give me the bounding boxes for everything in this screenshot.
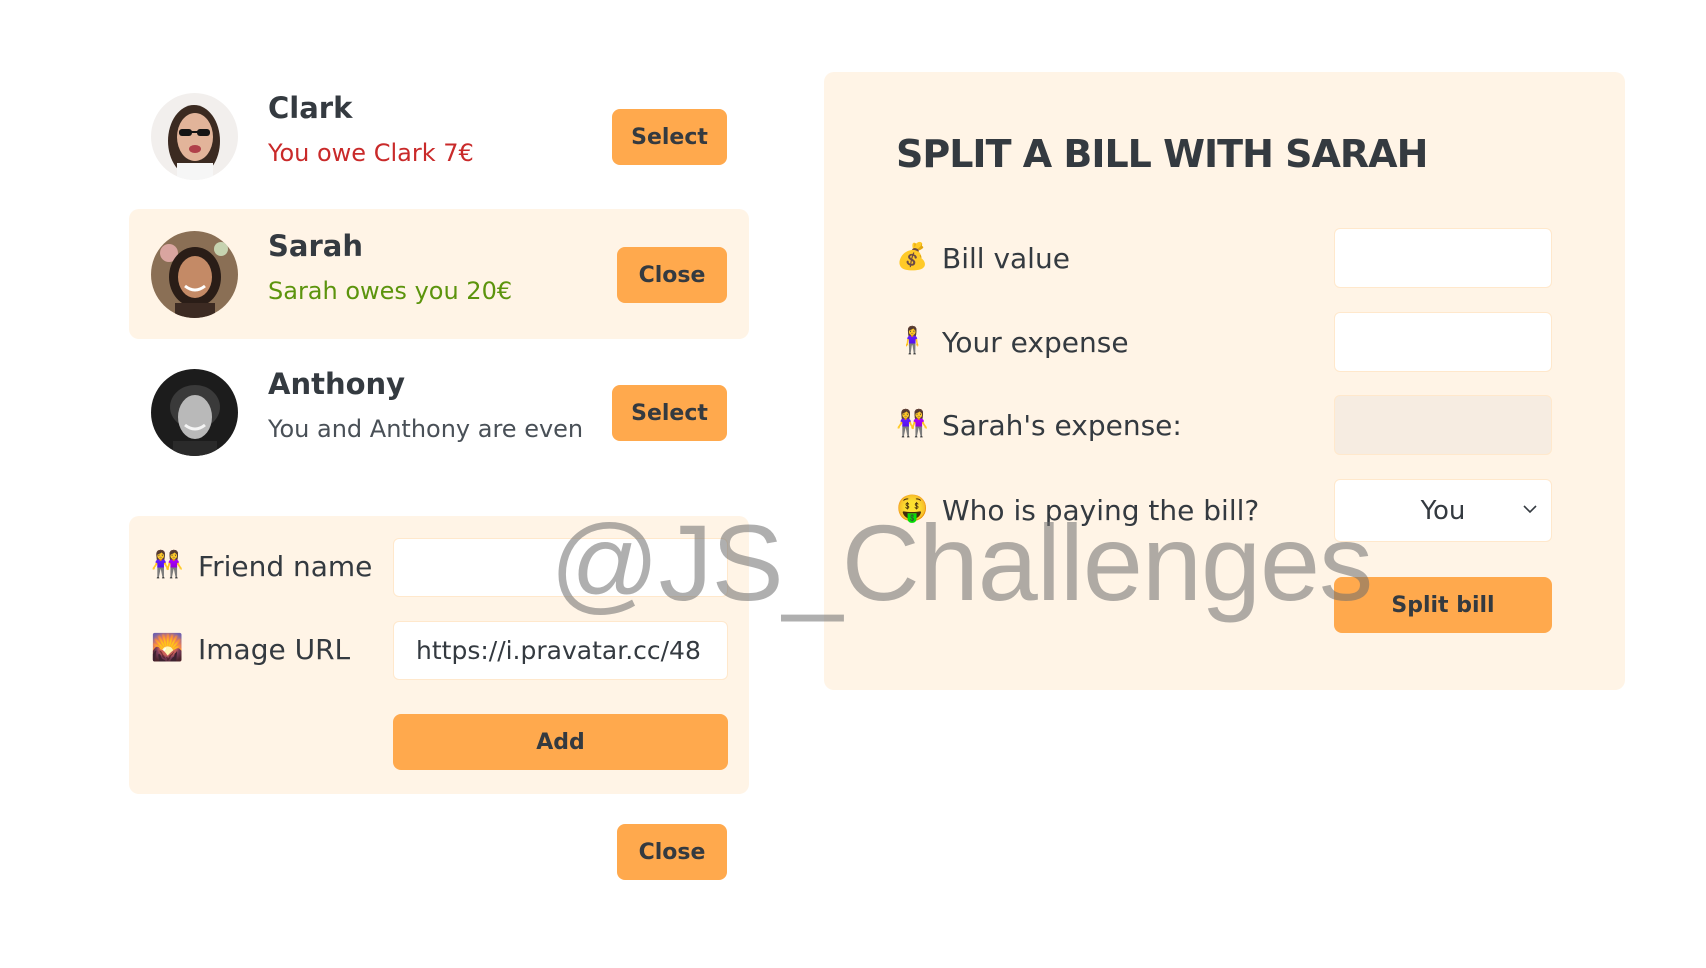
friend-name: Anthony	[268, 367, 406, 401]
bill-value-input[interactable]	[1334, 228, 1552, 288]
friend-expense-input	[1334, 395, 1552, 455]
friend-expense-label: Sarah's expense:	[942, 409, 1182, 442]
split-bill-form: SPLIT A BILL WITH SARAH 💰 Bill value 🧍‍♀…	[824, 72, 1625, 690]
friend-item-sarah: Sarah Sarah owes you 20€ Close	[129, 209, 749, 339]
friend-name: Clark	[268, 91, 353, 125]
standing-woman-icon: 🧍‍♀️	[896, 326, 929, 356]
friend-balance-status: You and Anthony are even	[268, 415, 584, 443]
select-friend-button[interactable]: Select	[612, 385, 727, 441]
who-pays-label: Who is paying the bill?	[942, 494, 1260, 527]
anthony-avatar-image	[151, 369, 238, 456]
friend-balance-status: You owe Clark 7€	[268, 139, 474, 167]
two-women-icon: 👭	[151, 550, 184, 580]
select-friend-button[interactable]: Select	[612, 109, 727, 165]
two-women-icon: 👭	[896, 409, 929, 439]
close-add-form-button[interactable]: Close	[617, 824, 727, 880]
money-bag-icon: 💰	[896, 242, 929, 272]
payer-select[interactable]: You	[1334, 479, 1552, 542]
payer-select-value: You	[1420, 495, 1466, 526]
money-mouth-face-icon: 🤑	[896, 494, 929, 524]
friend-name-label: Friend name	[198, 550, 373, 583]
friend-balance-status: Sarah owes you 20€	[268, 277, 513, 305]
add-friend-button[interactable]: Add	[393, 714, 728, 770]
add-friend-form: 👭 Friend name 🌄 Image URL Add	[129, 516, 749, 794]
sarah-avatar	[151, 231, 238, 318]
bill-value-label: Bill value	[942, 242, 1070, 275]
your-expense-label: Your expense	[942, 326, 1129, 359]
anthony-avatar	[151, 369, 238, 456]
friend-name-input[interactable]	[393, 538, 728, 597]
friend-item-anthony: Anthony You and Anthony are even Select	[129, 347, 749, 477]
split-bill-title: SPLIT A BILL WITH SARAH	[896, 132, 1428, 176]
image-url-input[interactable]	[393, 621, 728, 680]
app-root: Clark You owe Clark 7€ Select Sarah Sara…	[0, 0, 1706, 968]
friend-name: Sarah	[268, 229, 363, 263]
sarah-avatar-image	[151, 231, 238, 318]
image-url-label: Image URL	[198, 633, 351, 666]
clark-avatar	[151, 93, 238, 180]
friend-item-clark: Clark You owe Clark 7€ Select	[129, 71, 749, 201]
chevron-down-icon	[1523, 505, 1537, 514]
sunrise-image-icon: 🌄	[151, 633, 184, 663]
split-bill-button[interactable]: Split bill	[1334, 577, 1552, 633]
close-friend-button[interactable]: Close	[617, 247, 727, 303]
clark-avatar-image	[151, 93, 238, 180]
your-expense-input[interactable]	[1334, 312, 1552, 372]
friends-list: Clark You owe Clark 7€ Select Sarah Sara…	[129, 71, 749, 485]
